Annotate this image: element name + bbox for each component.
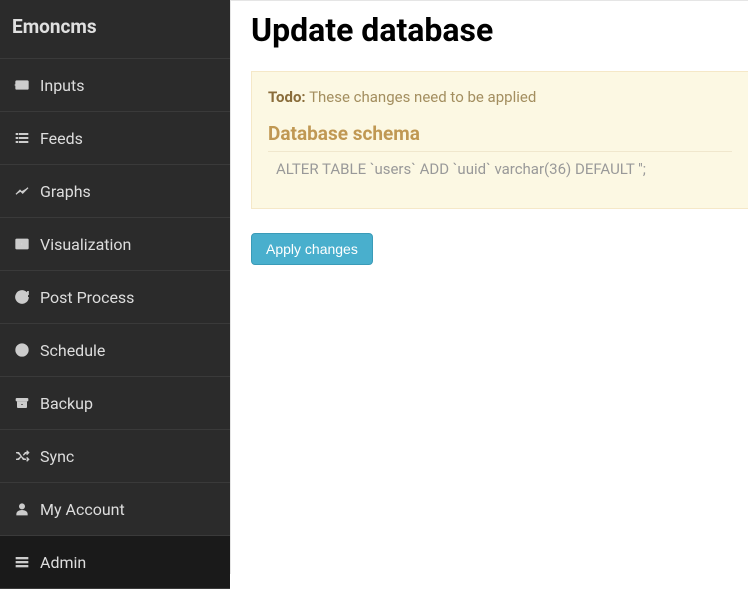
sidebar-item-label: Sync [40, 447, 74, 466]
sidebar-item-schedule[interactable]: Schedule [0, 324, 230, 377]
sidebar-item-label: Schedule [40, 341, 105, 360]
sidebar-item-graphs[interactable]: Graphs [0, 165, 230, 218]
refresh-icon [12, 287, 32, 307]
main-content: Update database Todo: These changes need… [230, 0, 748, 574]
sidebar-item-feeds[interactable]: Feeds [0, 112, 230, 165]
sidebar-item-label: Post Process [40, 288, 134, 307]
sidebar-item-label: Feeds [40, 129, 83, 148]
sidebar: Emoncms Inputs Feeds Graphs Visualizatio… [0, 0, 230, 574]
sidebar-item-visualization[interactable]: Visualization [0, 218, 230, 271]
sql-statement: ALTER TABLE `users` ADD `uuid` varchar(3… [268, 160, 732, 178]
sidebar-item-postprocess[interactable]: Post Process [0, 271, 230, 324]
todo-alert: Todo: These changes need to be applied D… [251, 71, 748, 209]
sidebar-item-label: Visualization [40, 235, 131, 254]
todo-label: Todo: [268, 88, 306, 106]
sidebar-item-backup[interactable]: Backup [0, 377, 230, 430]
sidebar-item-sync[interactable]: Sync [0, 430, 230, 483]
sidebar-item-admin[interactable]: Admin [0, 536, 230, 589]
sidebar-item-inputs[interactable]: Inputs [0, 59, 230, 112]
schema-heading: Database schema [268, 122, 732, 152]
sidebar-item-label: Backup [40, 394, 93, 413]
shuffle-icon [12, 446, 32, 466]
sidebar-brand: Emoncms [0, 0, 230, 59]
user-icon [12, 499, 32, 519]
list-icon [12, 128, 32, 148]
archive-icon [12, 393, 32, 413]
apply-changes-button[interactable]: Apply changes [251, 233, 373, 265]
page-title: Update database [251, 11, 748, 49]
todo-line: Todo: These changes need to be applied [268, 88, 732, 106]
menu-icon [12, 552, 32, 572]
play-box-icon [12, 234, 32, 254]
clock-icon [12, 340, 32, 360]
sidebar-item-label: My Account [40, 500, 125, 519]
sidebar-item-label: Admin [40, 553, 86, 572]
sidebar-item-myaccount[interactable]: My Account [0, 483, 230, 536]
graph-icon [12, 181, 32, 201]
input-icon [12, 75, 32, 95]
todo-message: These changes need to be applied [309, 88, 536, 106]
sidebar-item-label: Inputs [40, 76, 84, 95]
sidebar-item-label: Graphs [40, 182, 91, 201]
